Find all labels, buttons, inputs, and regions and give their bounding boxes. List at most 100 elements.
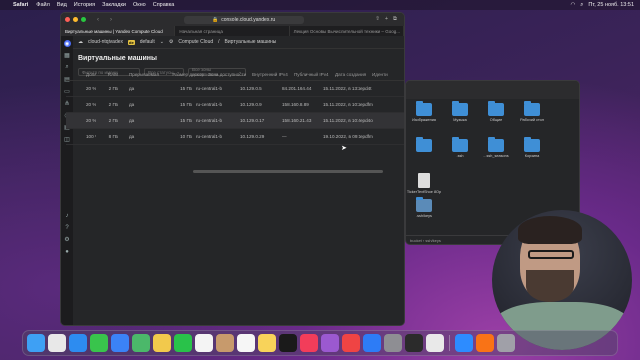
back-icon[interactable]: ‹ <box>97 17 99 23</box>
breadcrumb-service[interactable]: Compute Cloud <box>178 39 213 45</box>
appstore-icon[interactable] <box>363 334 381 352</box>
tab-overview-icon[interactable]: ⧉ <box>393 16 397 23</box>
finder-item-label: ...ssh_seasons <box>483 154 509 158</box>
system-preferences-icon[interactable] <box>384 334 402 352</box>
cell-preemptible: да <box>129 134 135 139</box>
horizontal-scrollbar[interactable] <box>193 170 383 173</box>
cell-internal-ip: 10.129.0.17 <box>240 118 265 123</box>
tv-icon[interactable] <box>279 334 297 352</box>
new-tab-icon[interactable]: + <box>385 16 388 23</box>
finder-item[interactable]: .ssh <box>442 137 478 158</box>
folder-icon <box>488 101 504 116</box>
help-icon[interactable]: ? <box>64 224 71 231</box>
podcasts-icon[interactable] <box>321 334 339 352</box>
col-created[interactable]: Дата создания <box>332 72 372 77</box>
webcam-overlay <box>492 210 632 350</box>
table-row[interactable]: 20 % 2 ГБ да 15 ГБ ru-central1-b 10.129.… <box>66 113 404 129</box>
messages-icon[interactable] <box>90 334 108 352</box>
tool-icon[interactable] <box>476 334 494 352</box>
person-beard <box>526 270 574 302</box>
wifi-icon[interactable]: ◠ <box>570 2 575 8</box>
col-zone[interactable]: Зона доступности <box>204 72 249 77</box>
vm-table: Доля vCPU RAM Прерываемая Размер дисков … <box>66 69 404 145</box>
calendar-icon[interactable] <box>195 334 213 352</box>
user-avatar-icon[interactable]: ● <box>64 248 71 255</box>
cell-zone: ru-central1-b <box>196 86 223 91</box>
finder-item[interactable]: Музыка <box>442 101 478 122</box>
zoom-button[interactable] <box>81 17 86 22</box>
finder-icon[interactable] <box>27 334 45 352</box>
cell-vcpu: 100 % <box>86 134 96 139</box>
facetime-icon[interactable] <box>174 334 192 352</box>
reminders-icon[interactable] <box>237 334 255 352</box>
col-disk-size[interactable]: Размер дисков <box>162 72 204 77</box>
menu-app[interactable]: Safari <box>13 2 28 8</box>
col-id[interactable]: Иденти <box>372 72 392 77</box>
share-icon[interactable]: ⇧ <box>375 16 380 23</box>
forward-icon[interactable]: › <box>110 17 112 23</box>
yandex-cloud-logo-icon[interactable]: ◉ <box>63 40 71 47</box>
finder-item[interactable]: .ssh/keys <box>406 197 442 218</box>
col-internal-ip[interactable]: Внутренний IPv4 <box>249 72 291 77</box>
breadcrumb-page[interactable]: Виртуальные машины <box>225 39 277 45</box>
trash-icon[interactable] <box>497 334 515 352</box>
terminal-icon[interactable] <box>405 334 423 352</box>
zoom-icon[interactable] <box>455 334 473 352</box>
minimize-button[interactable] <box>73 17 78 22</box>
cell-created: 15.11.2022, в 13:20 <box>323 86 360 91</box>
cell-zone: ru-central1-b <box>196 118 223 123</box>
finder-item[interactable]: ...ssh_seasons <box>478 137 514 158</box>
menu-view[interactable]: Вид <box>57 2 67 8</box>
cell-preemptible: да <box>129 118 135 123</box>
col-vcpu[interactable]: Доля vCPU <box>66 72 96 77</box>
col-public-ip[interactable]: Публичный IPv4 <box>291 72 332 77</box>
finder-item[interactable]: Рабочий стол <box>514 101 550 122</box>
finder-item-label: Музыка <box>453 118 467 122</box>
mail-icon[interactable] <box>111 334 129 352</box>
search-icon[interactable]: ⌕ <box>580 2 583 9</box>
clock[interactable]: Пт, 25 нояб. 13:51 <box>588 2 634 8</box>
finder-item[interactable]: Общие <box>478 101 514 122</box>
table-row[interactable]: 100 % 8 ГБ да 10 ГБ ru-central1-b 10.129… <box>66 129 404 145</box>
finder-item[interactable] <box>406 137 442 154</box>
bell-icon[interactable]: ♪ <box>64 212 71 219</box>
cell-zone: ru-central1-b <box>196 102 223 107</box>
settings-icon[interactable]: ⚙ <box>64 236 71 243</box>
menu-help[interactable]: Справка <box>153 2 175 8</box>
menu-history[interactable]: История <box>74 2 95 8</box>
folder-icon <box>488 137 504 152</box>
finder-item[interactable]: Изображения <box>406 101 442 122</box>
address-text: console.cloud.yandex.ru <box>221 16 276 23</box>
tab-vms[interactable]: Виртуальные машины | Yandex Compute Clou… <box>61 26 176 36</box>
tab-start[interactable]: Начальная страница <box>175 26 290 36</box>
menu-window[interactable]: Окно <box>133 2 146 8</box>
finder-item[interactable]: TickerTextShoe 8Op <box>406 173 442 194</box>
maps-icon[interactable] <box>132 334 150 352</box>
chevron-down-icon[interactable]: ⌄ <box>160 39 164 45</box>
tab-lecture[interactable]: Лекция Основы Вычислительной техники – G… <box>290 26 404 36</box>
grid-icon[interactable]: ▦ <box>64 52 71 59</box>
contacts-icon[interactable] <box>216 334 234 352</box>
breadcrumb-cloud[interactable]: cloud-ntqivadex <box>88 39 123 45</box>
menu-file[interactable]: Файл <box>36 2 50 8</box>
news-icon[interactable] <box>342 334 360 352</box>
music-icon[interactable] <box>300 334 318 352</box>
launchpad-icon[interactable] <box>48 334 66 352</box>
col-preemptible[interactable]: Прерываемая <box>118 72 162 77</box>
cell-disk: 15 ГБ <box>180 102 192 107</box>
photos-icon[interactable] <box>153 334 171 352</box>
table-row[interactable]: 20 % 2 ГБ да 15 ГБ ru-central1-b 10.129.… <box>66 81 404 97</box>
cell-disk: 15 ГБ <box>180 118 192 123</box>
close-button[interactable] <box>65 17 70 22</box>
col-ram[interactable]: RAM <box>96 72 118 77</box>
finder-item[interactable]: Корзина <box>514 137 550 158</box>
breadcrumb-folder[interactable]: default <box>140 39 155 45</box>
chrome-icon[interactable] <box>426 334 444 352</box>
table-row[interactable]: 20 % 2 ГБ да 15 ГБ ru-central1-b 10.129.… <box>66 97 404 113</box>
menu-bookmarks[interactable]: Закладки <box>102 2 126 8</box>
notes-icon[interactable] <box>258 334 276 352</box>
address-bar[interactable]: 🔒 console.cloud.yandex.ru <box>183 15 304 24</box>
safari-icon[interactable] <box>69 334 87 352</box>
finder-item-label: Изображения <box>412 118 436 122</box>
tab-bar: Виртуальные машины | Yandex Compute Clou… <box>61 26 404 36</box>
